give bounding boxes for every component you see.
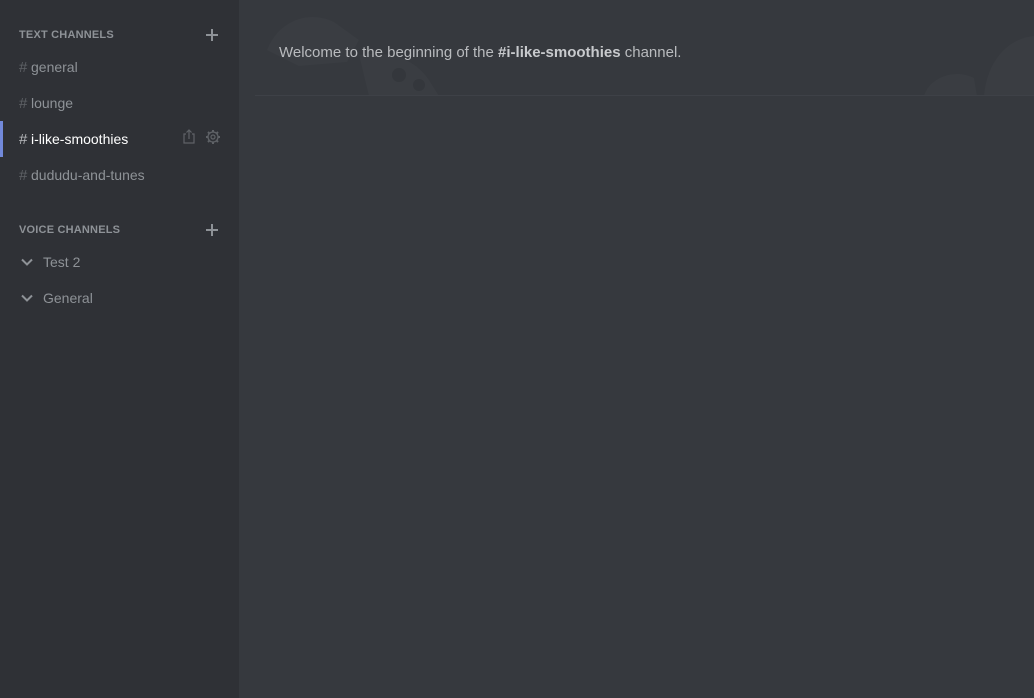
channel-sidebar: TEXT CHANNELS # general # lounge # i-lik…: [0, 0, 239, 698]
channel-name: lounge: [31, 95, 74, 111]
text-channels-category: TEXT CHANNELS: [19, 27, 224, 43]
voice-channel-name: General: [43, 290, 93, 306]
chevron-down-icon: [21, 258, 33, 266]
welcome-divider: [255, 95, 1034, 96]
message-area: Welcome to the beginning of the #i-like-…: [239, 0, 1034, 698]
chevron-down-icon: [21, 294, 33, 302]
plus-icon[interactable]: [206, 224, 218, 236]
voice-channel-name: Test 2: [43, 254, 81, 270]
channel-i-like-smoothies[interactable]: # i-like-smoothies: [0, 121, 239, 157]
welcome-suffix: channel.: [620, 44, 682, 61]
hash-icon: #: [19, 94, 28, 112]
voice-channels-label: VOICE CHANNELS: [19, 224, 121, 236]
voice-channel-general[interactable]: General: [0, 284, 239, 312]
hash-icon: #: [19, 166, 28, 184]
channel-name: i-like-smoothies: [31, 131, 129, 147]
gear-icon[interactable]: [205, 129, 221, 145]
selected-indicator: [0, 121, 3, 157]
voice-channels-category: VOICE CHANNELS: [19, 222, 224, 238]
plus-icon[interactable]: [206, 29, 218, 41]
hash-icon: #: [19, 58, 28, 76]
share-icon[interactable]: [181, 129, 197, 145]
channel-lounge[interactable]: # lounge: [0, 87, 239, 119]
text-channels-label: TEXT CHANNELS: [19, 29, 114, 41]
channel-dududu-and-tunes[interactable]: # dududu-and-tunes: [0, 159, 239, 191]
voice-channel-test-2[interactable]: Test 2: [0, 248, 239, 276]
channel-name: general: [31, 59, 78, 75]
channel-actions: [181, 129, 221, 145]
channel-name: dududu-and-tunes: [31, 167, 145, 183]
welcome-prefix: Welcome to the beginning of the: [279, 44, 499, 61]
channel-general[interactable]: # general: [0, 51, 239, 83]
welcome-channel-name: #i-like-smoothies: [498, 44, 621, 61]
welcome-message: Welcome to the beginning of the #i-like-…: [279, 44, 681, 61]
hash-icon: #: [19, 130, 28, 148]
